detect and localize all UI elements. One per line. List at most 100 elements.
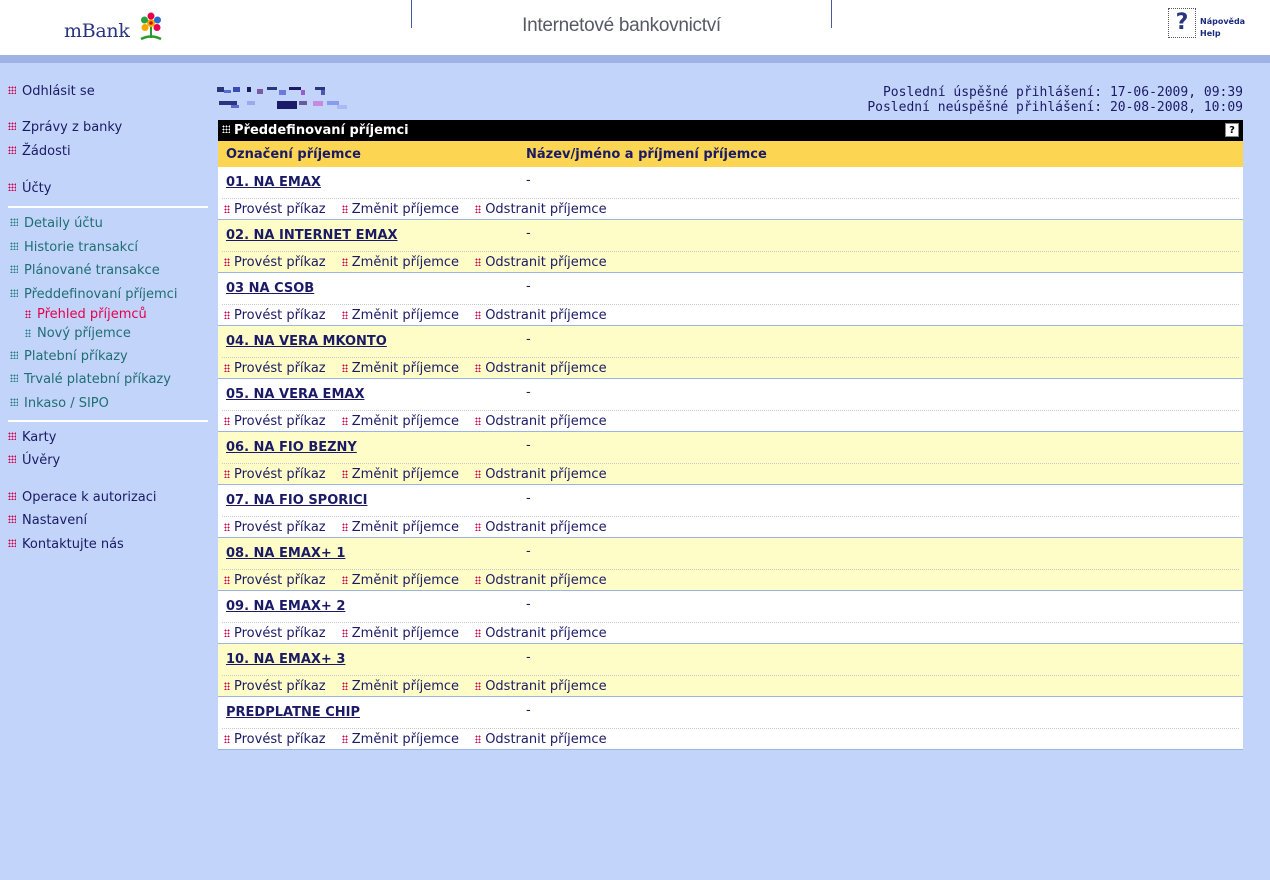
sidebar-item-settings[interactable]: Nastavení: [8, 513, 87, 528]
execute-order-label[interactable]: Provést příkaz: [234, 732, 326, 747]
remove-recipient-link[interactable]: Odstranit příjemce: [475, 626, 607, 641]
sidebar-link-contact[interactable]: Kontaktujte nás: [22, 537, 124, 552]
sidebar-link-recipients-overview[interactable]: Přehled příjemců: [37, 307, 147, 322]
change-recipient-label[interactable]: Změnit příjemce: [352, 732, 459, 747]
change-recipient-label[interactable]: Změnit příjemce: [352, 520, 459, 535]
recipient-link[interactable]: 03 NA CSOB: [226, 281, 314, 296]
sidebar-item-loans[interactable]: Úvěry: [8, 453, 60, 468]
remove-recipient-link[interactable]: Odstranit příjemce: [475, 308, 607, 323]
remove-recipient-link[interactable]: Odstranit příjemce: [475, 573, 607, 588]
execute-order-label[interactable]: Provést příkaz: [234, 361, 326, 376]
execute-order-link[interactable]: Provést příkaz: [224, 732, 326, 747]
recipient-link[interactable]: 06. NA FIO BEZNY: [226, 440, 357, 455]
change-recipient-link[interactable]: Změnit příjemce: [341, 308, 459, 323]
recipient-link[interactable]: 04. NA VERA MKONTO: [226, 334, 387, 349]
sidebar-link-cards[interactable]: Karty: [22, 430, 56, 445]
change-recipient-label[interactable]: Změnit příjemce: [352, 361, 459, 376]
execute-order-link[interactable]: Provést příkaz: [224, 255, 326, 270]
remove-recipient-label[interactable]: Odstranit příjemce: [485, 361, 606, 376]
change-recipient-link[interactable]: Změnit příjemce: [341, 520, 459, 535]
sidebar-item-standing-orders[interactable]: Trvalé platební příkazy: [10, 372, 171, 387]
execute-order-link[interactable]: Provést příkaz: [224, 467, 326, 482]
change-recipient-label[interactable]: Změnit příjemce: [352, 467, 459, 482]
sidebar-item-logout[interactable]: Odhlásit se: [8, 84, 95, 99]
sidebar-link-authorization[interactable]: Operace k autorizaci: [22, 490, 157, 505]
question-mark-icon[interactable]: ?: [1168, 8, 1196, 38]
sidebar-item-recipients-overview[interactable]: Přehled příjemců: [25, 307, 147, 322]
recipient-link[interactable]: 10. NA EMAX+ 3: [226, 652, 345, 667]
execute-order-link[interactable]: Provést příkaz: [224, 573, 326, 588]
change-recipient-label[interactable]: Změnit příjemce: [352, 626, 459, 641]
execute-order-label[interactable]: Provést příkaz: [234, 308, 326, 323]
remove-recipient-link[interactable]: Odstranit příjemce: [475, 732, 607, 747]
sidebar-item-new-recipient[interactable]: Nový příjemce: [25, 326, 131, 341]
change-recipient-link[interactable]: Změnit příjemce: [341, 202, 459, 217]
sidebar-item-account-details[interactable]: Detaily účtu: [10, 216, 103, 231]
change-recipient-label[interactable]: Změnit příjemce: [352, 255, 459, 270]
execute-order-link[interactable]: Provést příkaz: [224, 414, 326, 429]
remove-recipient-label[interactable]: Odstranit příjemce: [485, 626, 606, 641]
remove-recipient-link[interactable]: Odstranit příjemce: [475, 679, 607, 694]
sidebar-item-contact[interactable]: Kontaktujte nás: [8, 537, 124, 552]
change-recipient-label[interactable]: Změnit příjemce: [352, 573, 459, 588]
remove-recipient-label[interactable]: Odstranit příjemce: [485, 679, 606, 694]
execute-order-label[interactable]: Provést příkaz: [234, 520, 326, 535]
remove-recipient-link[interactable]: Odstranit příjemce: [475, 361, 607, 376]
remove-recipient-link[interactable]: Odstranit příjemce: [475, 414, 607, 429]
sidebar-item-direct-debit[interactable]: Inkaso / SIPO: [10, 396, 109, 411]
change-recipient-label[interactable]: Změnit příjemce: [352, 679, 459, 694]
execute-order-label[interactable]: Provést příkaz: [234, 467, 326, 482]
execute-order-link[interactable]: Provést příkaz: [224, 626, 326, 641]
change-recipient-link[interactable]: Změnit příjemce: [341, 679, 459, 694]
execute-order-link[interactable]: Provést příkaz: [224, 361, 326, 376]
execute-order-label[interactable]: Provést příkaz: [234, 679, 326, 694]
execute-order-link[interactable]: Provést příkaz: [224, 520, 326, 535]
execute-order-label[interactable]: Provést příkaz: [234, 202, 326, 217]
recipient-link[interactable]: 05. NA VERA EMAX: [226, 387, 364, 402]
remove-recipient-label[interactable]: Odstranit příjemce: [485, 467, 606, 482]
execute-order-label[interactable]: Provést příkaz: [234, 255, 326, 270]
sidebar-link-direct-debit[interactable]: Inkaso / SIPO: [24, 396, 109, 411]
remove-recipient-link[interactable]: Odstranit příjemce: [475, 202, 607, 217]
change-recipient-label[interactable]: Změnit příjemce: [352, 308, 459, 323]
recipient-link[interactable]: PREDPLATNE CHIP: [226, 705, 360, 720]
sidebar-link-planned-transactions[interactable]: Plánované transakce: [24, 263, 160, 278]
mbank-logo[interactable]: mBank: [64, 20, 130, 42]
sidebar-link-predefined-recipients[interactable]: Předdefinovaní příjemci: [24, 287, 177, 302]
change-recipient-link[interactable]: Změnit příjemce: [341, 361, 459, 376]
sidebar-link-loans[interactable]: Úvěry: [22, 453, 60, 468]
sidebar-link-new-recipient[interactable]: Nový příjemce: [37, 326, 131, 341]
execute-order-link[interactable]: Provést příkaz: [224, 202, 326, 217]
sidebar-link-requests[interactable]: Žádosti: [22, 144, 71, 159]
sidebar-item-planned-transactions[interactable]: Plánované transakce: [10, 263, 160, 278]
change-recipient-link[interactable]: Změnit příjemce: [341, 255, 459, 270]
remove-recipient-label[interactable]: Odstranit příjemce: [485, 573, 606, 588]
sidebar-item-accounts[interactable]: Účty: [8, 181, 51, 196]
sidebar-item-predefined-recipients[interactable]: Předdefinovaní příjemci: [10, 287, 177, 302]
sidebar-link-accounts[interactable]: Účty: [22, 181, 51, 196]
change-recipient-label[interactable]: Změnit příjemce: [352, 414, 459, 429]
change-recipient-link[interactable]: Změnit příjemce: [341, 414, 459, 429]
sidebar-link-standing-orders[interactable]: Trvalé platební příkazy: [24, 372, 171, 387]
remove-recipient-label[interactable]: Odstranit příjemce: [485, 732, 606, 747]
help-label-cz[interactable]: Nápověda: [1200, 17, 1245, 26]
help-label-en[interactable]: Help: [1200, 29, 1221, 38]
change-recipient-link[interactable]: Změnit příjemce: [341, 573, 459, 588]
remove-recipient-label[interactable]: Odstranit příjemce: [485, 308, 606, 323]
remove-recipient-label[interactable]: Odstranit příjemce: [485, 414, 606, 429]
sidebar-link-logout[interactable]: Odhlásit se: [22, 84, 95, 99]
change-recipient-label[interactable]: Změnit příjemce: [352, 202, 459, 217]
sidebar-link-messages[interactable]: Zprávy z banky: [22, 120, 122, 135]
recipient-link[interactable]: 07. NA FIO SPORICI: [226, 493, 367, 508]
recipient-link[interactable]: 09. NA EMAX+ 2: [226, 599, 345, 614]
recipient-link[interactable]: 08. NA EMAX+ 1: [226, 546, 345, 561]
sidebar-link-account-details[interactable]: Detaily účtu: [24, 216, 103, 231]
sidebar-item-authorization[interactable]: Operace k autorizaci: [8, 490, 157, 505]
sidebar-item-transaction-history[interactable]: Historie transakcí: [10, 240, 138, 255]
remove-recipient-link[interactable]: Odstranit příjemce: [475, 520, 607, 535]
remove-recipient-label[interactable]: Odstranit příjemce: [485, 255, 606, 270]
sidebar-link-transaction-history[interactable]: Historie transakcí: [24, 240, 138, 255]
remove-recipient-label[interactable]: Odstranit příjemce: [485, 520, 606, 535]
recipient-link[interactable]: 01. NA EMAX: [226, 175, 321, 190]
execute-order-label[interactable]: Provést příkaz: [234, 414, 326, 429]
